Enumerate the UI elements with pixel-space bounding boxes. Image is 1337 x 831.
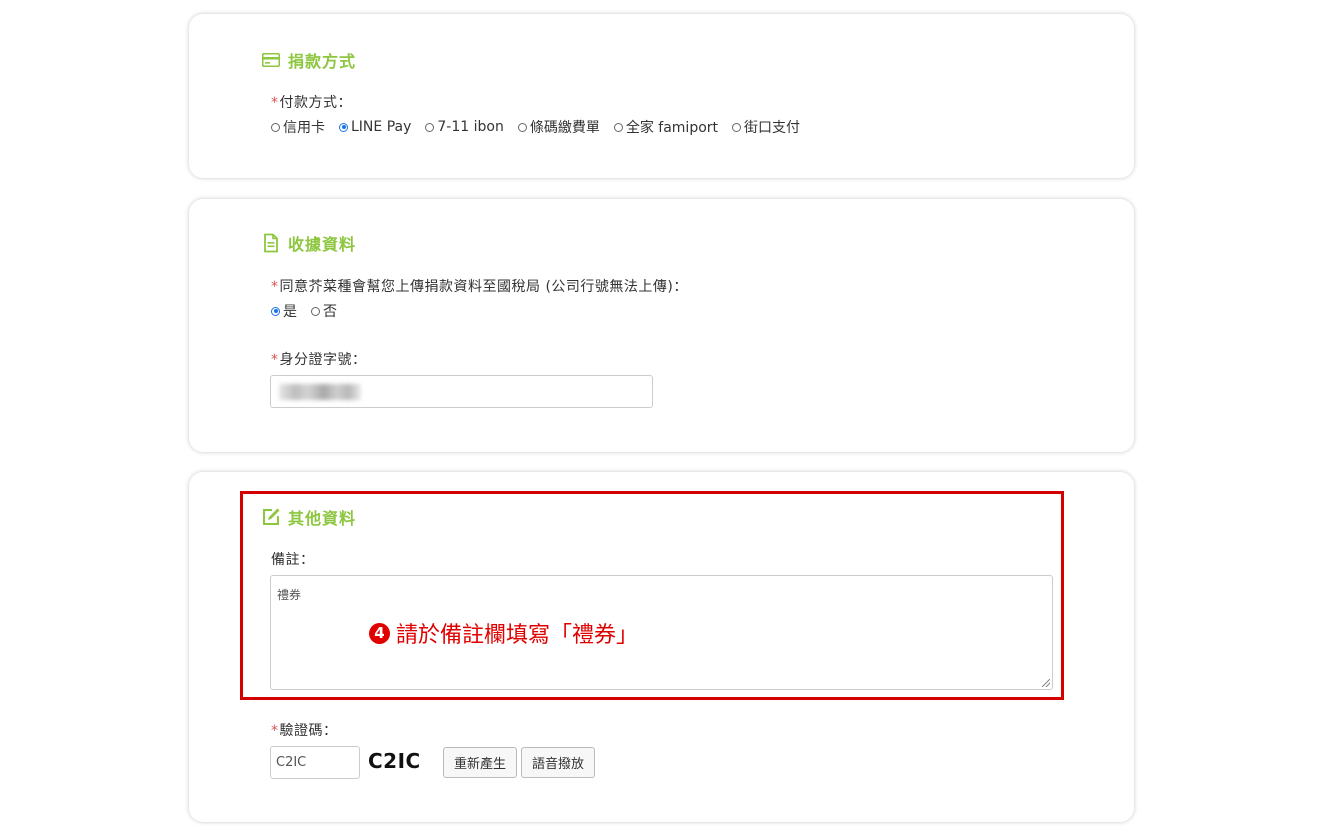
- id-number-label-text: 身分證字號：: [279, 352, 367, 368]
- payment-option-credit-card[interactable]: 信用卡: [271, 117, 325, 137]
- captcha-label: *驗證碼：: [271, 720, 338, 740]
- note-label: 備註：: [271, 549, 315, 569]
- id-number-input[interactable]: [270, 375, 653, 408]
- redacted-id-value: [279, 384, 361, 400]
- consent-option-label: 否: [323, 304, 337, 320]
- payment-method-label: *付款方式：: [271, 92, 352, 112]
- note-label-text: 備註：: [271, 552, 315, 568]
- payment-option-label: 全家 famiport: [625, 120, 719, 136]
- payment-option-label: 7-11 ibon: [437, 119, 504, 135]
- required-asterisk: *: [271, 352, 279, 368]
- annotation-text: 請於備註欄填寫「禮券」: [396, 623, 639, 648]
- receipt-section: 收據資料 *同意芥菜種會幫您上傳捐款資料至國稅局 (公司行號無法上傳)： 是 否…: [189, 199, 1134, 452]
- consent-option-label: 是: [283, 304, 297, 320]
- required-asterisk: *: [271, 95, 279, 111]
- radio-button[interactable]: [613, 122, 623, 132]
- other-info-section: 其他資料 備註： 禮券 *驗證碼： C2IC C2IC 重新產生 語音撥放: [189, 472, 1134, 822]
- payment-method-radio-group: 信用卡 LINE Pay 7-11 ibon 條碼繳費單 全家 famiport…: [271, 117, 814, 137]
- payment-option-label: 街口支付: [744, 120, 801, 136]
- payment-method-label-text: 付款方式：: [279, 95, 352, 111]
- id-number-label: *身分證字號：: [271, 349, 367, 369]
- step-number-badge: 4: [369, 622, 390, 644]
- payment-option-line-pay[interactable]: LINE Pay: [339, 119, 411, 135]
- payment-option-711-ibon[interactable]: 7-11 ibon: [425, 119, 504, 135]
- radio-button[interactable]: [517, 122, 527, 132]
- other-info-section-title: 其他資料: [261, 505, 356, 529]
- payment-section: 捐款方式 *付款方式： 信用卡 LINE Pay 7-11 ibon 條碼繳費單…: [189, 14, 1134, 178]
- radio-button[interactable]: [732, 122, 742, 132]
- regenerate-captcha-button[interactable]: 重新產生: [443, 747, 517, 778]
- payment-section-title: 捐款方式: [261, 48, 356, 72]
- payment-option-barcode[interactable]: 條碼繳費單: [517, 117, 600, 137]
- note-textarea-value: 禮券: [277, 588, 302, 602]
- captcha-input[interactable]: C2IC: [270, 746, 360, 779]
- payment-option-label: LINE Pay: [351, 119, 412, 135]
- radio-button[interactable]: [425, 122, 435, 132]
- required-asterisk: *: [271, 279, 279, 295]
- payment-option-label: 條碼繳費單: [529, 120, 600, 136]
- radio-button-checked[interactable]: [339, 122, 348, 132]
- captcha-image: C2IC: [368, 749, 421, 773]
- payment-option-famiport[interactable]: 全家 famiport: [613, 117, 719, 137]
- credit-card-icon: [261, 50, 281, 70]
- consent-option-yes[interactable]: 是: [271, 301, 297, 321]
- radio-button-checked[interactable]: [271, 306, 280, 316]
- tax-upload-consent-label: *同意芥菜種會幫您上傳捐款資料至國稅局 (公司行號無法上傳)：: [271, 276, 688, 296]
- tax-upload-consent-label-text: 同意芥菜種會幫您上傳捐款資料至國稅局 (公司行號無法上傳)：: [279, 279, 688, 295]
- payment-option-jkopay[interactable]: 街口支付: [732, 117, 800, 137]
- required-asterisk: *: [271, 723, 279, 739]
- resize-grip-icon[interactable]: [1042, 679, 1050, 687]
- radio-button[interactable]: [271, 122, 280, 132]
- payment-title-text: 捐款方式: [288, 52, 357, 71]
- edit-icon: [261, 507, 281, 527]
- tax-upload-consent-radio-group: 是 否: [271, 301, 351, 321]
- annotation-callout: 4 請於備註欄填寫「禮券」: [369, 617, 638, 649]
- radio-button[interactable]: [311, 306, 320, 316]
- captcha-input-value: C2IC: [276, 755, 307, 770]
- other-info-title-text: 其他資料: [288, 509, 357, 528]
- consent-option-no[interactable]: 否: [311, 301, 337, 321]
- document-icon: [261, 233, 281, 253]
- payment-option-label: 信用卡: [283, 120, 325, 136]
- play-audio-captcha-button[interactable]: 語音撥放: [521, 747, 595, 778]
- receipt-section-title: 收據資料: [261, 231, 356, 255]
- captcha-label-text: 驗證碼：: [279, 723, 338, 739]
- receipt-title-text: 收據資料: [288, 235, 357, 254]
